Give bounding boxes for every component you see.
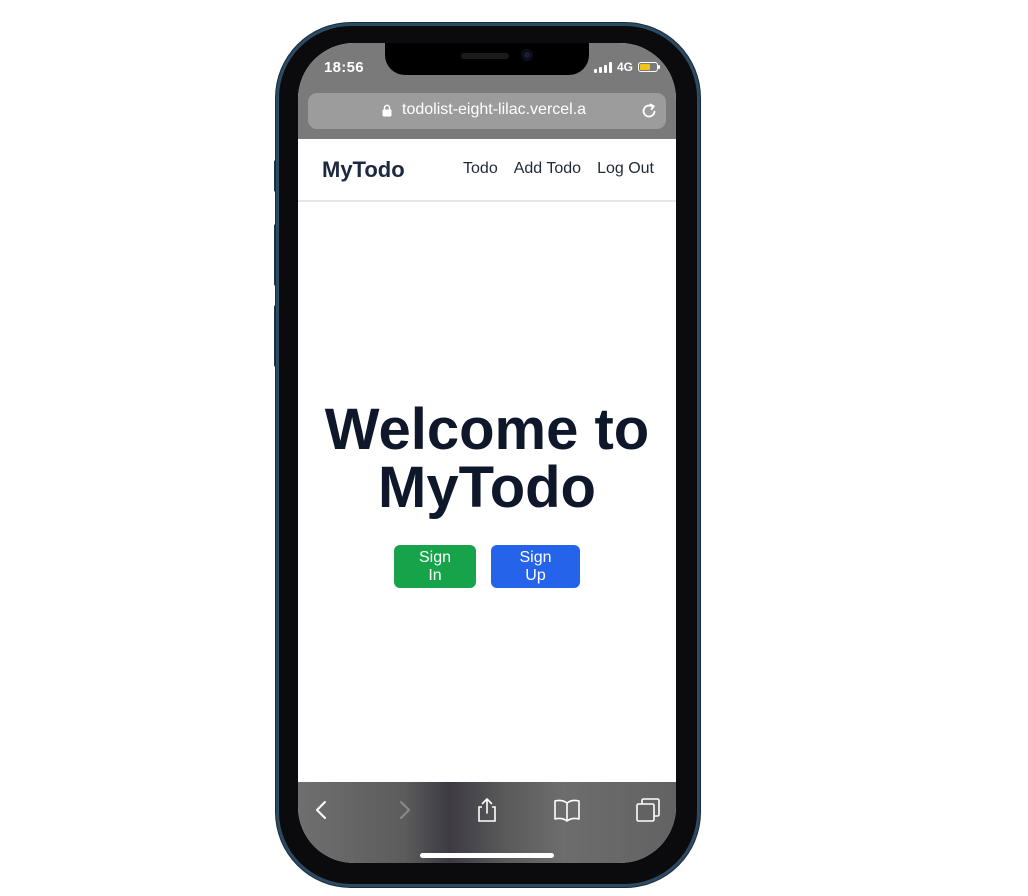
mute-switch	[274, 160, 278, 192]
back-icon[interactable]	[308, 796, 336, 824]
browser-toolbar	[298, 782, 676, 863]
reload-icon[interactable]	[640, 102, 658, 120]
nav-link-todo[interactable]: Todo	[463, 160, 498, 178]
nav-link-add-todo[interactable]: Add Todo	[514, 160, 581, 178]
front-camera	[521, 49, 533, 61]
lock-icon	[382, 104, 392, 117]
sign-up-button[interactable]: Sign Up	[491, 545, 580, 588]
webpage: MyTodo Todo Add Todo Log Out Welcome to …	[298, 139, 676, 782]
share-icon[interactable]	[473, 796, 501, 824]
hero-title-line2: MyTodo	[378, 455, 596, 520]
navbar: MyTodo Todo Add Todo Log Out	[298, 139, 676, 202]
brand-logo[interactable]: MyTodo	[322, 157, 405, 183]
tabs-icon[interactable]	[634, 796, 662, 824]
forward-icon[interactable]	[390, 796, 418, 824]
phone-frame: 18:56 4G todolist-eight-lilac.vercel.a M…	[279, 26, 697, 884]
home-indicator[interactable]	[420, 853, 554, 858]
url-bar[interactable]: todolist-eight-lilac.vercel.a	[308, 93, 666, 129]
browser-top-chrome: 18:56 4G todolist-eight-lilac.vercel.a	[298, 43, 676, 139]
bookmarks-icon[interactable]	[553, 796, 581, 824]
phone-screen: 18:56 4G todolist-eight-lilac.vercel.a M…	[298, 43, 676, 863]
hero-buttons: Sign In Sign Up	[298, 545, 676, 588]
battery-icon	[638, 62, 660, 72]
hero-title-line1: Welcome to	[324, 397, 650, 462]
nav-link-log-out[interactable]: Log Out	[597, 160, 654, 178]
notch	[385, 43, 589, 75]
url-text: todolist-eight-lilac.vercel.a	[402, 101, 587, 118]
volume-down-button	[274, 305, 278, 367]
nav-links: Todo Add Todo Log Out	[463, 160, 654, 178]
stage: 18:56 4G todolist-eight-lilac.vercel.a M…	[0, 0, 1028, 896]
signal-icon	[593, 61, 612, 73]
status-time: 18:56	[324, 59, 364, 76]
speaker	[461, 53, 509, 59]
network-label: 4G	[616, 60, 633, 74]
hero-title: Welcome to MyTodo	[298, 401, 676, 517]
status-indicators: 4G	[593, 60, 660, 74]
sign-in-button[interactable]: Sign In	[394, 545, 476, 588]
volume-up-button	[274, 224, 278, 286]
